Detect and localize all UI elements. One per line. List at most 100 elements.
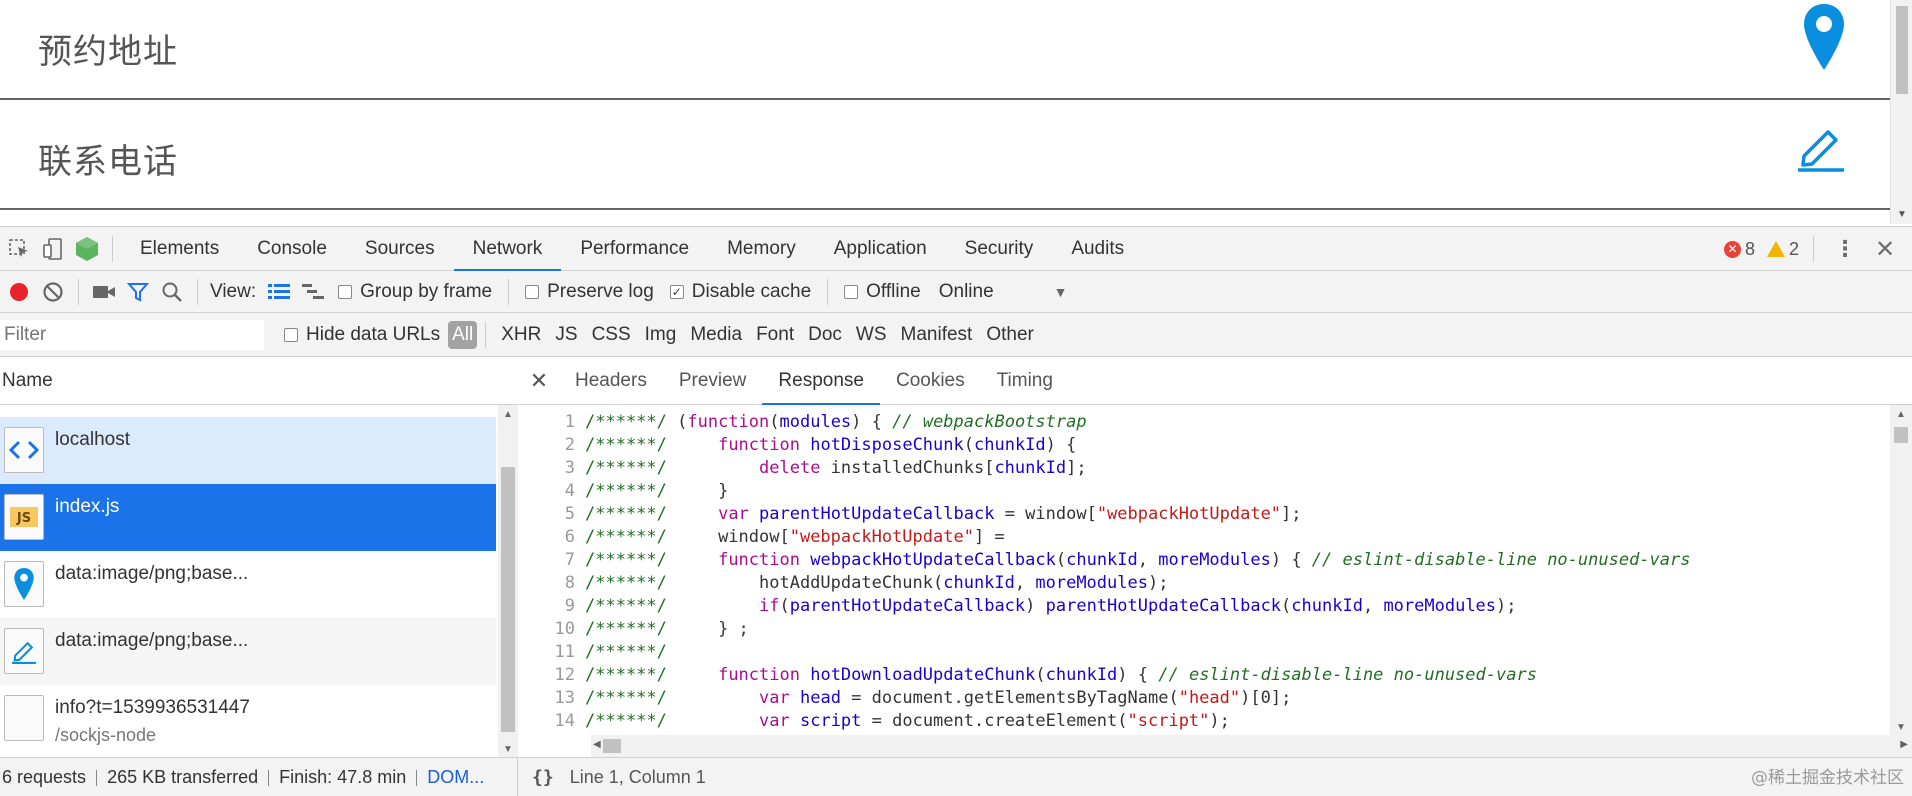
separator	[485, 321, 487, 348]
request-path: /sockjs-node	[55, 725, 157, 745]
line-content: /******/ function hotDownloadUpdateChunk…	[585, 665, 1537, 685]
error-icon: ✕	[1723, 240, 1741, 258]
code-horizontal-scrollbar[interactable]: ◀ ▶	[591, 735, 1912, 757]
scroll-right-icon[interactable]: ▶	[1900, 739, 1908, 750]
vue-devtools-icon[interactable]	[70, 232, 104, 266]
error-badge[interactable]: ✕ 8	[1723, 239, 1755, 260]
tab-console[interactable]: Console	[238, 227, 346, 271]
preserve-log-checkbox[interactable]: Preserve log	[525, 281, 654, 303]
checkbox-box[interactable]	[525, 284, 540, 299]
line-number: 4	[564, 481, 575, 501]
pretty-print-icon[interactable]: {}	[532, 767, 554, 788]
tab-timing[interactable]: Timing	[981, 357, 1069, 405]
group-by-frame-checkbox[interactable]: Group by frame	[338, 281, 492, 303]
clear-icon[interactable]	[36, 275, 70, 309]
line-number: 11	[554, 642, 575, 662]
filter-input[interactable]	[0, 319, 264, 350]
filter-type-media[interactable]: Media	[683, 324, 749, 346]
scroll-up-icon[interactable]: ▲	[503, 409, 513, 420]
scroll-down-icon[interactable]: ▼	[1897, 209, 1907, 220]
filter-type-img[interactable]: Img	[638, 324, 684, 346]
line-number: 10	[554, 619, 575, 639]
code-scroll-thumb[interactable]	[1894, 427, 1908, 443]
request-name: data:image/png;base...	[55, 563, 249, 584]
location-pin-icon[interactable]	[1802, 2, 1846, 77]
close-devtools-icon[interactable]: ✕	[1868, 232, 1902, 266]
tab-sources[interactable]: Sources	[346, 227, 454, 271]
warning-count: 2	[1788, 238, 1799, 259]
address-label: 预约地址	[38, 32, 178, 72]
filter-type-css[interactable]: CSS	[585, 324, 638, 346]
code-line: 3 /******/ delete installedChunks[chunkId…	[519, 457, 1889, 480]
filter-type-xhr[interactable]: XHR	[494, 324, 548, 346]
device-toolbar-icon[interactable]	[36, 232, 70, 266]
request-row-index-js[interactable]: JS index.js	[0, 484, 496, 551]
throttling-select[interactable]: Online ▼	[929, 281, 1078, 303]
preserve-log-label: Preserve log	[547, 280, 654, 302]
record-icon[interactable]	[2, 275, 36, 309]
phone-row[interactable]: 联系电话	[0, 110, 1890, 210]
filter-type-all[interactable]: All	[448, 320, 478, 349]
requests-count: 6 requests	[2, 767, 87, 787]
scroll-down-icon[interactable]: ▼	[1896, 722, 1906, 733]
waterfall-overview-icon[interactable]	[296, 275, 330, 309]
inspect-element-icon[interactable]	[2, 232, 36, 266]
scroll-left-icon[interactable]: ◀	[593, 739, 601, 750]
checkbox-checked-box[interactable]: ✓	[669, 284, 684, 299]
tab-memory[interactable]: Memory	[708, 227, 815, 271]
filter-icon[interactable]	[121, 275, 155, 309]
code-hscroll-thumb[interactable]	[603, 739, 621, 753]
request-row-localhost[interactable]: localhost	[0, 417, 496, 484]
close-detail-icon[interactable]: ✕	[519, 368, 559, 394]
tab-audits[interactable]: Audits	[1052, 227, 1143, 271]
filter-type-doc[interactable]: Doc	[801, 324, 849, 346]
capture-screenshots-icon[interactable]	[87, 275, 121, 309]
filter-type-manifest[interactable]: Manifest	[894, 324, 980, 346]
filter-type-font[interactable]: Font	[749, 324, 801, 346]
tab-response[interactable]: Response	[762, 357, 880, 405]
code-vertical-scrollbar[interactable]: ▲ ▼	[1890, 405, 1912, 735]
checkbox-box[interactable]	[338, 284, 353, 299]
address-row[interactable]: 预约地址	[0, 0, 1890, 100]
hide-data-urls-checkbox[interactable]: Hide data URLs	[284, 324, 440, 346]
blank-file-icon	[4, 695, 44, 741]
more-options-icon[interactable]: ⋮	[1828, 232, 1862, 266]
line-content: /******/ }	[585, 481, 729, 501]
request-row-data-image-1[interactable]: data:image/png;base...	[0, 551, 496, 618]
request-list-scrollbar[interactable]: ▲ ▼	[498, 405, 518, 757]
tab-security[interactable]: Security	[946, 227, 1053, 271]
large-rows-icon[interactable]	[262, 275, 296, 309]
response-code-view[interactable]: 1 /******/ (function(modules) { // webpac…	[519, 405, 1889, 735]
scroll-up-icon[interactable]: ▲	[1896, 409, 1906, 420]
request-row-data-image-2[interactable]: data:image/png;base...	[0, 618, 496, 685]
filter-type-js[interactable]: JS	[548, 324, 584, 346]
code-line: 4 /******/ }	[519, 480, 1889, 503]
line-content: /******/ function webpackHotUpdateCallba…	[585, 550, 1691, 570]
checkbox-box[interactable]	[844, 284, 859, 299]
tab-elements[interactable]: Elements	[121, 227, 238, 271]
search-icon[interactable]	[155, 275, 189, 309]
line-number: 2	[564, 435, 575, 455]
line-content: /******/ hotAddUpdateChunk(chunkId, more…	[585, 573, 1169, 593]
name-column-header[interactable]: Name	[0, 357, 518, 405]
tab-application[interactable]: Application	[815, 227, 946, 271]
watermark: @稀土掘金技术社区	[1751, 768, 1904, 788]
tab-network[interactable]: Network	[453, 227, 562, 271]
filter-type-ws[interactable]: WS	[849, 324, 894, 346]
filter-type-other[interactable]: Other	[979, 324, 1041, 346]
line-number: 9	[564, 596, 575, 616]
tab-preview[interactable]: Preview	[663, 357, 763, 405]
disable-cache-checkbox[interactable]: ✓ Disable cache	[669, 281, 811, 303]
checkbox-box[interactable]	[284, 327, 298, 342]
page-scroll-thumb[interactable]	[1896, 6, 1908, 94]
edit-pencil-icon[interactable]	[1796, 122, 1846, 177]
warning-badge[interactable]: 2	[1766, 238, 1799, 260]
scroll-down-icon[interactable]: ▼	[503, 744, 513, 755]
tab-cookies[interactable]: Cookies	[880, 357, 981, 405]
list-scroll-thumb[interactable]	[501, 467, 515, 732]
tab-performance[interactable]: Performance	[561, 227, 708, 271]
offline-checkbox[interactable]: Offline	[844, 281, 921, 303]
request-row-info[interactable]: info?t=1539936531447 /sockjs-node	[0, 685, 496, 752]
page-scrollbar[interactable]: ▼	[1890, 0, 1912, 224]
tab-headers[interactable]: Headers	[559, 357, 663, 405]
